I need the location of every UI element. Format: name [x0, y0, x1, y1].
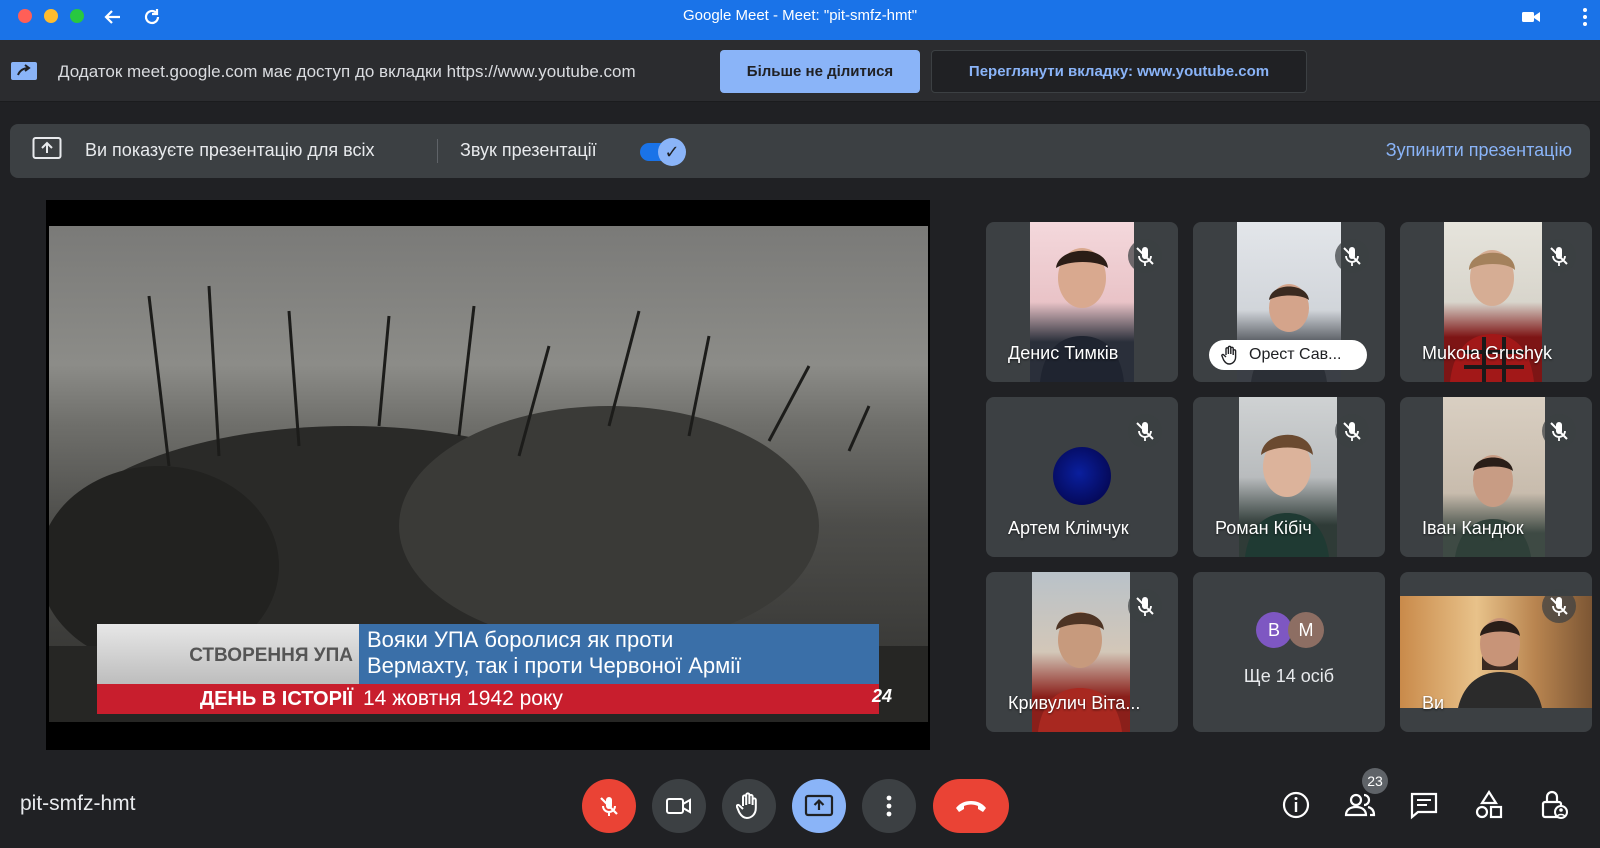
participant-tile[interactable]: Іван Кандюк	[1400, 397, 1592, 557]
raised-hand-indicator: Орест Сав...	[1209, 340, 1367, 370]
present-now-button[interactable]	[792, 779, 846, 833]
presenting-status-text: Ви показуєте презентацію для всіх	[85, 140, 375, 160]
participant-tile[interactable]: Кривулич Віта...	[986, 572, 1178, 732]
more-participants-label: Ще 14 осіб	[1243, 666, 1335, 686]
participant-avatar: В	[1256, 612, 1292, 648]
window-title: Google Meet - Meet: "pit-smfz-hmt"	[682, 7, 918, 24]
raise-hand-icon	[736, 792, 757, 820]
raise-hand-button[interactable]	[722, 779, 776, 833]
participant-tile[interactable]: Mukola Grushyk	[1400, 222, 1592, 382]
presentation-sound-toggle[interactable]: ✓	[640, 138, 686, 166]
ticker-headline: Вояки УПА боролися як проти Вермахту, та…	[359, 624, 879, 684]
participant-avatar: М	[1288, 612, 1324, 648]
mic-off-icon	[1335, 414, 1369, 448]
participant-name: Ви	[1422, 693, 1445, 713]
checkmark-icon: ✓	[658, 138, 686, 166]
participant-name: Денис Тимків	[1008, 343, 1119, 363]
stop-sharing-button[interactable]: Більше не ділитися	[720, 50, 920, 93]
more-vert-icon[interactable]	[1574, 6, 1596, 28]
chat-icon[interactable]	[1407, 788, 1441, 822]
ticker-date: 14 жовтня 1942 року	[363, 687, 563, 710]
ticker-headline-line2: Вермахту, так і проти Червоної Армії	[367, 653, 742, 678]
participant-avatar	[1053, 447, 1111, 505]
mic-off-icon	[1128, 239, 1162, 273]
present-screen-icon	[32, 136, 62, 162]
mic-off-icon	[1128, 414, 1162, 448]
meeting-code: pit-smfz-hmt	[20, 792, 136, 815]
mic-toggle-button[interactable]	[582, 779, 636, 833]
participant-name: Орест Сав...	[1249, 346, 1342, 363]
raised-hand-icon	[1221, 345, 1237, 365]
tab-sharing-infobar: Додаток meet.google.com має доступ до вк…	[0, 40, 1600, 102]
participant-tile[interactable]: Роман Кібіч	[1193, 397, 1385, 557]
participant-tile[interactable]: Денис Тимків	[986, 222, 1178, 382]
mic-off-icon	[1335, 239, 1369, 273]
participant-tile[interactable]: Артем Клімчук	[986, 397, 1178, 557]
meeting-details-icon[interactable]	[1279, 788, 1313, 822]
banner-divider	[437, 139, 438, 163]
presentation-banner: Ви показуєте презентацію для всіх Звук п…	[10, 124, 1590, 178]
infobar-message: Додаток meet.google.com має доступ до вк…	[58, 62, 636, 81]
view-tab-button[interactable]: Переглянути вкладку: www.youtube.com	[931, 50, 1307, 93]
host-controls-icon[interactable]	[1537, 788, 1571, 822]
self-view-tile[interactable]: Ви	[1400, 572, 1592, 732]
more-options-button[interactable]	[862, 779, 916, 833]
mic-off-icon	[1542, 239, 1576, 273]
mic-off-icon	[600, 797, 618, 816]
activities-icon[interactable]	[1472, 788, 1506, 822]
participant-tile[interactable]: Орест Сав...	[1193, 222, 1385, 382]
stop-presenting-link[interactable]: Зупинити презентацію	[1386, 140, 1572, 161]
participant-name: Роман Кібіч	[1215, 518, 1312, 538]
camera-toggle-button[interactable]	[652, 779, 706, 833]
participant-name: Іван Кандюк	[1422, 518, 1524, 538]
participant-name: Артем Клімчук	[1008, 518, 1129, 538]
participant-name: Кривулич Віта...	[1008, 693, 1141, 713]
camera-icon	[666, 798, 691, 814]
screen-share-icon	[10, 60, 38, 87]
leave-call-button[interactable]	[933, 779, 1009, 833]
ticker-topic: СТВОРЕННЯ УПА	[189, 645, 353, 666]
camera-icon[interactable]	[1520, 6, 1542, 28]
mic-off-icon	[1542, 589, 1576, 623]
ticker-section: ДЕНЬ В ІСТОРІЇ	[199, 688, 353, 710]
hang-up-icon	[956, 801, 986, 812]
presented-video: СТВОРЕННЯ УПА Вояки УПА боролися як прот…	[46, 200, 930, 750]
mic-off-icon	[1542, 414, 1576, 448]
ticker-headline-line1: Вояки УПА боролися як проти	[367, 627, 674, 652]
window-titlebar: Google Meet - Meet: "pit-smfz-hmt"	[0, 0, 1600, 40]
mic-off-icon	[1128, 589, 1162, 623]
channel-logo: 24	[872, 686, 893, 706]
more-participants-tile[interactable]: В М Ще 14 осіб	[1193, 572, 1385, 732]
participants-count-badge: 23	[1362, 768, 1388, 794]
presentation-sound-label: Звук презентації	[460, 140, 597, 160]
present-screen-icon	[804, 794, 834, 817]
more-vert-icon	[886, 795, 892, 817]
participant-name: Mukola Grushyk	[1422, 343, 1553, 363]
